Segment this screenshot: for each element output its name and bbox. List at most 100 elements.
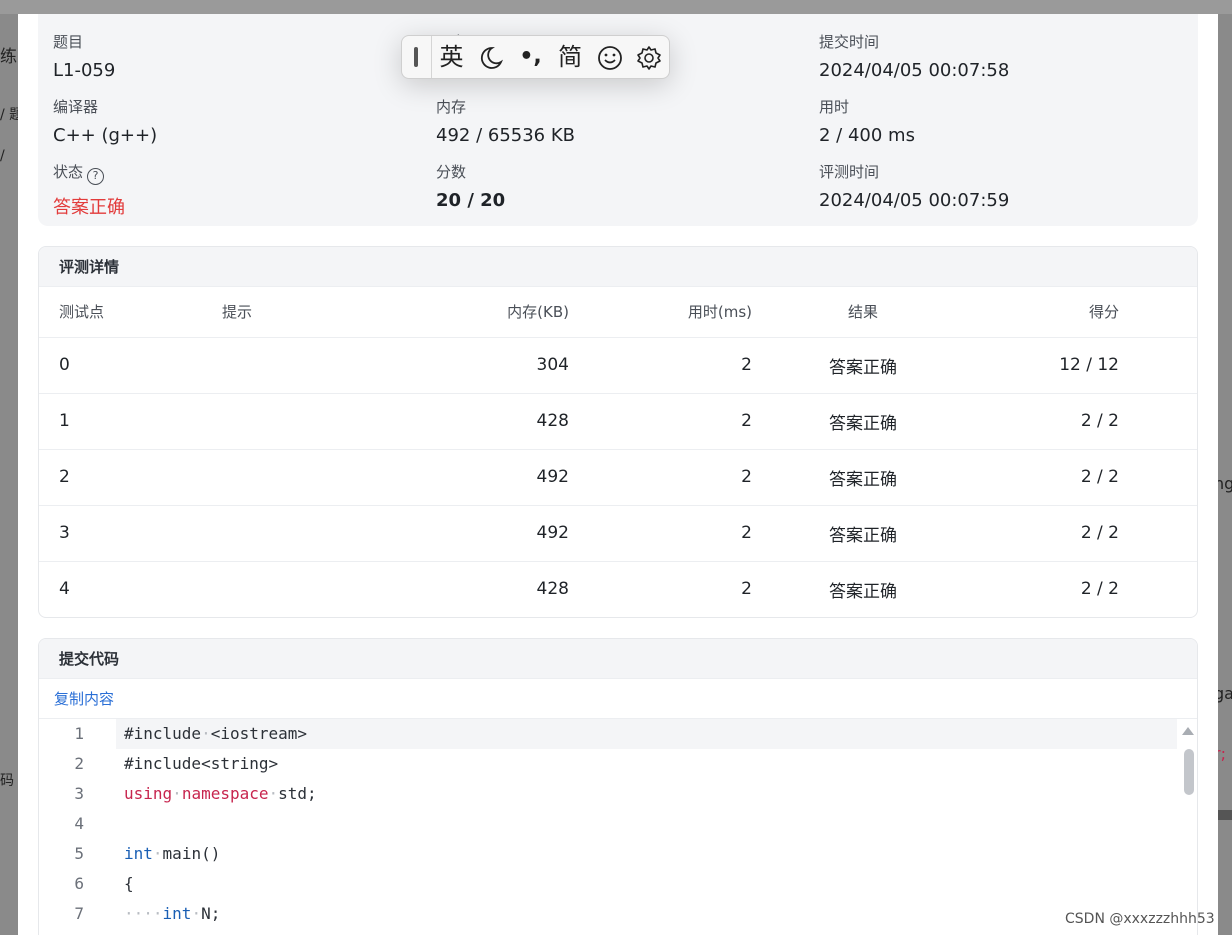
code-token: ···· [124,904,163,923]
code-token: #include<string> [124,754,279,773]
case-id: 0 [39,337,222,394]
code-line[interactable]: 5 int·main() [39,839,1197,869]
table-row: 2 492 2 答案正确 2 / 2 [39,449,1197,506]
case-time: 2 [569,337,752,394]
scrollbar-thumb[interactable] [1184,749,1194,795]
submitted-code-title: 提交代码 [39,639,1197,679]
ime-language-toggle[interactable]: 英 [432,35,472,79]
case-result: 答案正确 [752,337,974,394]
time-used-value: 2 / 400 ms [819,125,915,146]
col-memory: 内存(KB) [392,287,569,338]
code-line[interactable]: 4 [39,809,1197,839]
code-token: main() [162,844,221,863]
table-row: 0 304 2 答案正确 12 / 12 [39,337,1197,394]
code-line[interactable]: 6{ [39,869,1197,899]
ime-punctuation-toggle[interactable]: •, [511,35,551,79]
submission-detail-modal: 题目 L1-059 用户 提交时间 2024/04/05 00:07:58 编译… [18,14,1218,935]
submitted-code-section: 提交代码 复制内容 1 #include·<iostream> 2 #include<… [38,638,1198,935]
col-case: 测试点 [39,287,222,338]
code-token: · [172,784,182,803]
code-token: using [124,784,173,803]
col-time: 用时(ms) [569,287,752,338]
judge-time-value: 2024/04/05 00:07:59 [819,190,1010,211]
case-score: 2 / 2 [974,449,1119,506]
case-hint [222,393,392,450]
code-text: ····int·N; [116,899,1177,929]
score-value: 20 / 20 [436,190,506,211]
case-hint [222,449,392,506]
smiley-icon[interactable] [590,35,630,79]
code-line[interactable]: 1 #include·<iostream> [39,719,1197,749]
code-token: int [124,844,153,863]
compiler-value: C++ (g++) [53,125,158,146]
code-text: { [116,869,1177,899]
code-token: · [268,784,279,803]
code-line[interactable]: 7 ····int·N; [39,899,1197,929]
case-hint [222,505,392,562]
code-token: · [201,724,211,743]
scroll-up-arrow-icon[interactable] [1182,727,1194,735]
case-hint [222,561,392,617]
code-editor[interactable]: 1 #include·<iostream> 2 #include<string> 3 us… [39,719,1197,935]
line-number: 5 [74,844,84,863]
case-time: 2 [569,505,752,562]
code-text: int·main() [116,839,1177,869]
case-result: 答案正确 [752,505,974,562]
case-memory: 492 [392,449,569,506]
case-time: 2 [569,393,752,450]
compiler-info: 编译器 C++ (g++) [53,96,157,146]
time-used-info: 用时 2 / 400 ms [819,96,915,146]
memory-info: 内存 492 / 65536 KB [436,96,575,146]
case-result: 答案正确 [752,449,974,506]
browser-address-bar-fragment [0,0,1232,14]
status-value: 答案正确 [53,197,125,218]
code-line[interactable]: 2 #include<string> [39,749,1197,779]
line-number: 6 [74,874,84,893]
table-header-row: 测试点 提示 内存(KB) 用时(ms) 结果 得分 [39,287,1197,338]
code-text: #include·<iostream> [116,719,1177,749]
case-memory: 428 [392,393,569,450]
ime-toolbar: 英 •, 简 [401,35,670,79]
case-score: 2 / 2 [974,505,1119,562]
code-text: using·namespace·std; [116,779,1177,809]
compiler-label: 编译器 [53,98,99,116]
ime-charset-toggle[interactable]: 简 [550,35,590,79]
code-token: #include [124,724,202,743]
case-time: 2 [741,579,752,600]
judge-details-table: 测试点 提示 内存(KB) 用时(ms) 结果 得分 0 304 2 答案正确 … [39,287,1197,617]
score-info: 分数 20 / 20 [436,161,505,211]
code-text: #include<string> [116,749,1177,779]
copy-content-link[interactable]: 复制内容 [54,690,114,708]
problem-label: 题目 [53,33,84,51]
help-icon[interactable]: ? [87,168,105,185]
col-score: 得分 [974,287,1119,338]
line-number: 7 [74,904,84,923]
csdn-watermark: CSDN @xxxzzzhhh53 [1065,911,1215,927]
problem-info: 题目 L1-059 [53,31,115,81]
submit-time-label: 提交时间 [819,33,880,51]
code-token: { [124,874,134,893]
judge-details-title: 评测详情 [39,247,1197,287]
case-id: 4 [59,579,70,600]
code-token: · [152,844,163,863]
code-line[interactable]: 3 using·namespace·std; [39,779,1197,809]
time-used-label: 用时 [819,98,850,116]
ime-drag-handle[interactable] [402,36,432,78]
case-id: 1 [39,393,222,450]
case-result: 答案正确 [829,581,897,602]
judge-details-section: 评测详情 测试点 提示 内存(KB) 用时(ms) 结果 得分 0 304 2 … [38,246,1198,618]
gear-icon[interactable] [629,35,669,79]
line-number: 1 [74,724,84,743]
case-hint [222,337,392,394]
code-scrollbar[interactable] [1181,719,1197,935]
score-label: 分数 [436,163,467,181]
case-memory: 428 [536,579,569,600]
problem-value: L1-059 [53,60,116,81]
case-time: 2 [569,449,752,506]
submit-time-value: 2024/04/05 00:07:58 [819,60,1010,81]
submit-time-info: 提交时间 2024/04/05 00:07:58 [819,31,1009,81]
line-number: 4 [74,814,84,833]
code-token: · [191,904,202,923]
moon-icon[interactable] [471,35,511,79]
code-token: <iostream> [210,724,308,743]
